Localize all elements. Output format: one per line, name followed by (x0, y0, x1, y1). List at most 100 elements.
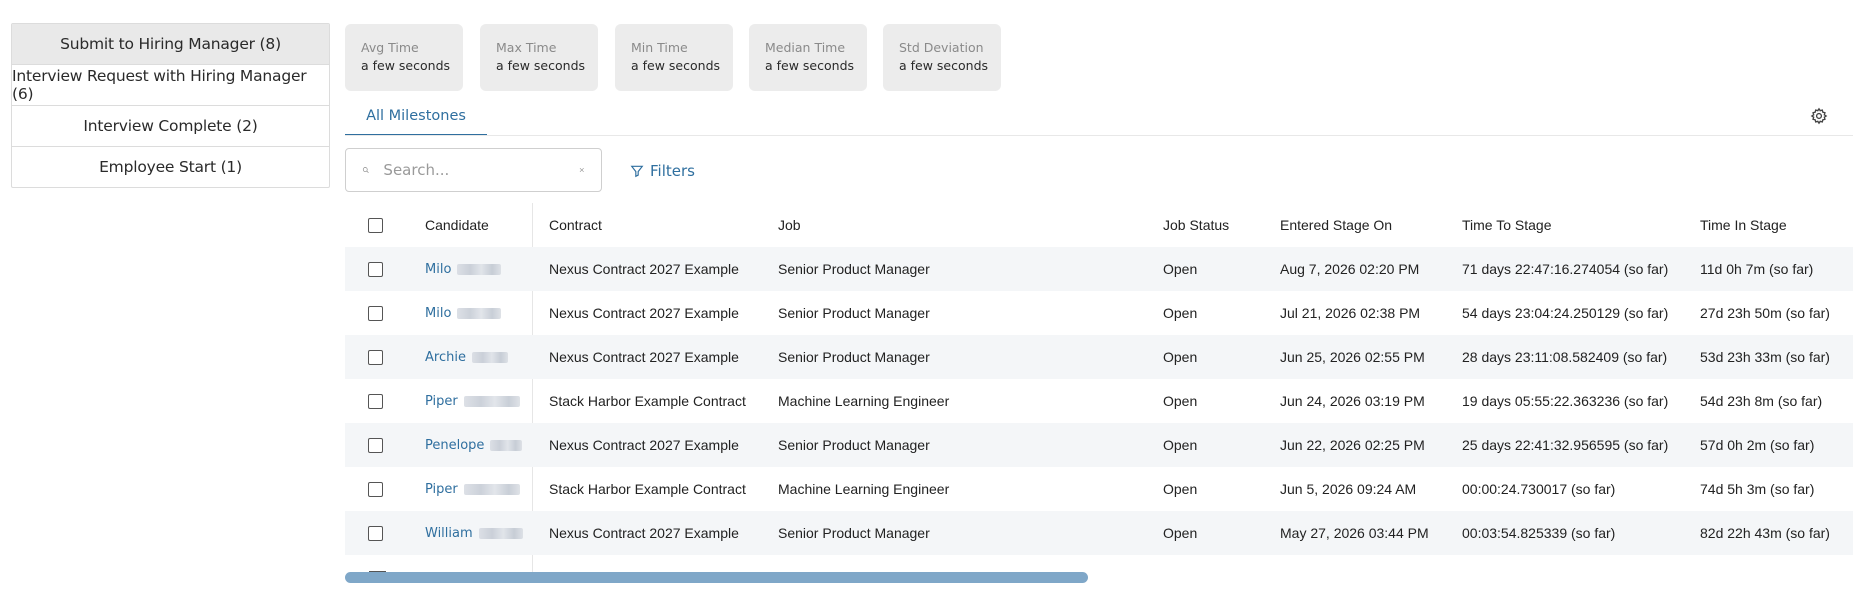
entered-stage-cell: Jun 5, 2026 09:24 AM (1280, 481, 1417, 497)
row-checkbox[interactable] (368, 393, 383, 409)
candidate-link[interactable]: Piper (425, 394, 458, 409)
contract-cell: Stack Harbor Example Contract (549, 481, 746, 497)
job-status-cell: Open (1163, 481, 1198, 497)
row-checkbox[interactable] (368, 261, 383, 277)
row-checkbox[interactable] (368, 349, 383, 365)
search-icon (362, 167, 369, 174)
stage-item-employee-start[interactable]: Employee Start (1) (12, 146, 329, 187)
stat-value: a few seconds (765, 58, 855, 73)
time-to-stage-cell: 19 days 05:55:22.363236 (so far) (1462, 393, 1669, 409)
table-row: Piper Stack Harbor Example Contract Mach… (345, 379, 1853, 423)
time-in-stage-cell: 57d 0h 2m (so far) (1700, 437, 1815, 453)
stage-item-submit-to-hiring-manager[interactable]: Submit to Hiring Manager (8) (12, 24, 329, 64)
candidate-link[interactable]: William (425, 526, 473, 541)
column-header-time-in-stage[interactable]: Time In Stage (1700, 203, 1787, 247)
stat-label: Std Deviation (899, 40, 984, 55)
time-in-stage-cell: 53d 23h 33m (so far) (1700, 349, 1830, 365)
column-header-contract[interactable]: Contract (549, 203, 602, 247)
time-to-stage-cell: 28 days 23:11:08.582409 (so far) (1462, 349, 1668, 365)
stat-card-median-time: Median Time a few seconds (749, 24, 867, 91)
job-cell: Senior Product Manager (778, 305, 930, 321)
column-header-entered-stage-on[interactable]: Entered Stage On (1280, 203, 1392, 247)
time-to-stage-cell: 54 days 23:04:24.250129 (so far) (1462, 305, 1669, 321)
time-in-stage-cell: 82d 22h 43m (so far) (1700, 525, 1830, 541)
stat-value: a few seconds (899, 58, 989, 73)
stat-card-std-deviation: Std Deviation a few seconds (883, 24, 1001, 91)
stat-value: a few seconds (496, 58, 586, 73)
stat-label: Median Time (765, 40, 846, 55)
redacted-surname (463, 483, 520, 495)
candidate-link[interactable]: Milo (425, 262, 451, 277)
filter-icon (630, 165, 644, 178)
table-row: Piper Stack Harbor Example Contract Mach… (345, 467, 1853, 511)
tab-divider (345, 135, 1853, 136)
stat-value: a few seconds (361, 58, 451, 73)
stat-label: Avg Time (361, 40, 419, 55)
time-in-stage-cell: 11d 0h 7m (so far) (1700, 261, 1814, 277)
stat-label: Max Time (496, 40, 557, 55)
column-header-job-status[interactable]: Job Status (1163, 203, 1229, 247)
contract-cell: Stack Harbor Example Contract (549, 393, 746, 409)
time-to-stage-cell: 71 days 22:47:16.274054 (so far) (1462, 261, 1669, 277)
stage-item-interview-request[interactable]: Interview Request with Hiring Manager (6… (12, 64, 329, 105)
time-to-stage-cell: 00:00:24.730017 (so far) (1462, 481, 1616, 497)
job-status-cell: Open (1163, 393, 1198, 409)
job-status-cell: Open (1163, 525, 1198, 541)
filters-button[interactable]: Filters (630, 160, 695, 182)
stat-card-avg-time: Avg Time a few seconds (345, 24, 463, 91)
redacted-surname (463, 395, 520, 407)
contract-cell: Nexus Contract 2027 Example (549, 305, 739, 321)
redacted-surname (457, 263, 502, 275)
select-all-checkbox[interactable] (368, 217, 383, 233)
time-to-stage-cell: 00:03:54.825339 (so far) (1462, 525, 1616, 541)
stat-card-min-time: Min Time a few seconds (615, 24, 733, 91)
entered-stage-cell: Jun 24, 2026 03:19 PM (1280, 393, 1425, 409)
entered-stage-cell: May 27, 2026 03:44 PM (1280, 525, 1429, 541)
candidate-link[interactable]: Milo (425, 306, 451, 321)
stat-label: Min Time (631, 40, 688, 55)
table-row: Milo Nexus Contract 2027 Example Senior … (345, 291, 1853, 335)
job-status-cell: Open (1163, 349, 1198, 365)
row-checkbox[interactable] (368, 525, 383, 541)
search-box (345, 148, 602, 192)
job-status-cell: Open (1163, 261, 1198, 277)
candidate-link[interactable]: Piper (425, 482, 458, 497)
tab-all-milestones[interactable]: All Milestones (345, 100, 487, 136)
table-header-row: Candidate Contract Job Job Status Entere… (345, 203, 1853, 247)
redacted-surname (471, 351, 508, 363)
entered-stage-cell: Jul 21, 2026 02:38 PM (1280, 305, 1421, 321)
column-header-candidate[interactable]: Candidate (425, 203, 489, 247)
table-row: Penelope Nexus Contract 2027 Example Sen… (345, 423, 1853, 467)
table-row: Milo Nexus Contract 2027 Example Senior … (345, 247, 1853, 291)
redacted-surname (478, 527, 523, 539)
job-status-cell: Open (1163, 437, 1198, 453)
search-input[interactable] (381, 160, 580, 180)
row-checkbox[interactable] (368, 437, 383, 453)
row-checkbox[interactable] (368, 305, 383, 321)
horizontal-scrollbar[interactable] (345, 572, 1088, 583)
contract-cell: Nexus Contract 2027 Example (549, 349, 739, 365)
stage-list: Submit to Hiring Manager (8) Interview R… (11, 23, 330, 188)
entered-stage-cell: Jun 25, 2026 02:55 PM (1280, 349, 1425, 365)
time-in-stage-cell: 54d 23h 8m (so far) (1700, 393, 1823, 409)
entered-stage-cell: Jun 22, 2026 02:25 PM (1280, 437, 1425, 453)
job-cell: Senior Product Manager (778, 261, 930, 277)
candidate-link[interactable]: Penelope (425, 438, 484, 453)
close-icon[interactable] (579, 164, 585, 176)
candidate-link[interactable]: Archie (425, 350, 466, 365)
column-header-job[interactable]: Job (778, 203, 801, 247)
column-header-time-to-stage[interactable]: Time To Stage (1462, 203, 1552, 247)
contract-cell: Nexus Contract 2027 Example (549, 261, 739, 277)
redacted-surname (457, 307, 502, 319)
filters-label: Filters (650, 162, 695, 180)
table-row: Archie Nexus Contract 2027 Example Senio… (345, 335, 1853, 379)
stage-item-interview-complete[interactable]: Interview Complete (2) (12, 105, 329, 146)
time-to-stage-cell: 25 days 22:41:32.956595 (so far) (1462, 437, 1669, 453)
table-row: William Nexus Contract 2027 Example Seni… (345, 511, 1853, 555)
contract-cell: Nexus Contract 2027 Example (549, 437, 739, 453)
job-status-cell: Open (1163, 305, 1198, 321)
gear-icon[interactable] (1810, 107, 1828, 125)
row-checkbox[interactable] (368, 481, 383, 497)
redacted-surname (490, 439, 523, 451)
time-in-stage-cell: 27d 23h 50m (so far) (1700, 305, 1830, 321)
